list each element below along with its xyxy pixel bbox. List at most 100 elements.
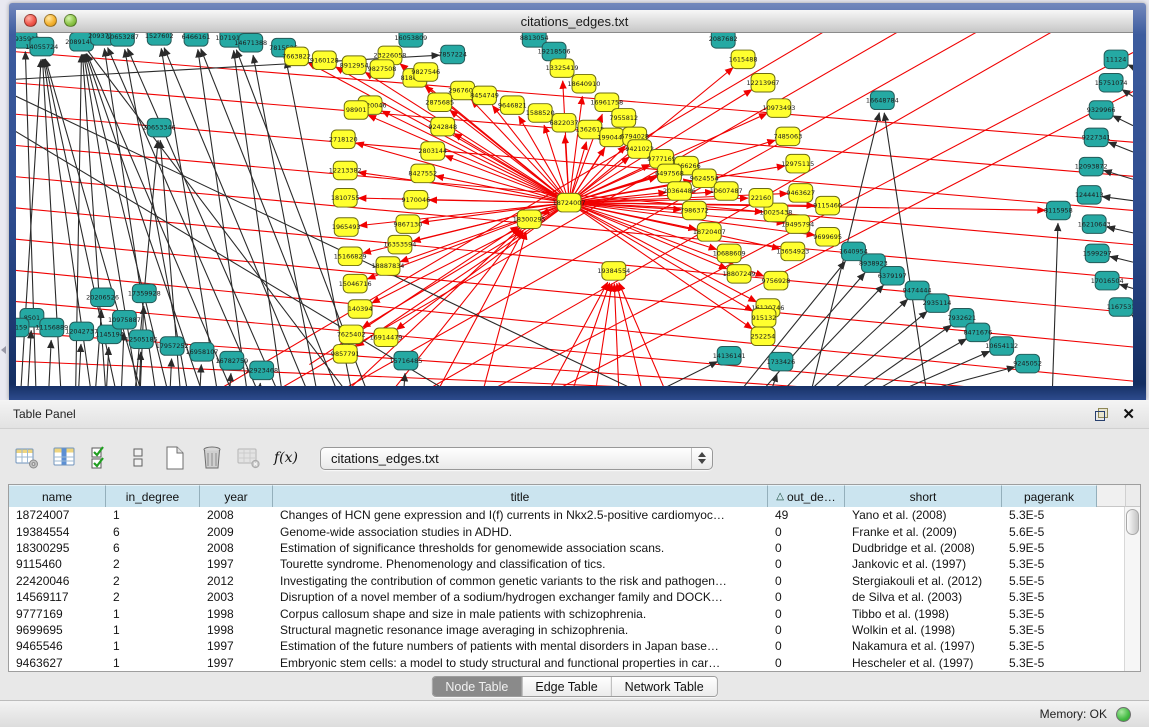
network-node[interactable]: 8912954	[340, 56, 369, 75]
cell-year[interactable]: 1997	[200, 557, 273, 571]
network-node[interactable]: 14055724	[25, 37, 58, 56]
table-select-dropdown[interactable]: citations_edges.txt	[320, 447, 713, 470]
scrollbar-thumb[interactable]	[1126, 509, 1139, 535]
cell-year[interactable]: 1997	[200, 639, 273, 653]
network-node[interactable]: 9242848	[428, 117, 457, 136]
float-panel-icon[interactable]	[1095, 408, 1108, 421]
cell-title[interactable]: Changes of HCN gene expression and I(f) …	[273, 508, 768, 522]
network-node[interactable]: 12213967	[747, 73, 780, 92]
cell-out_de[interactable]: 0	[768, 639, 845, 653]
zoom-window-button[interactable]	[64, 14, 77, 27]
cell-pagerank[interactable]: 5.3E-5	[1002, 639, 1097, 653]
cell-short[interactable]: Dudbridge et al. (2008)	[845, 541, 1002, 555]
network-node[interactable]: 1733426	[767, 352, 796, 371]
network-node[interactable]: 18724007	[553, 193, 586, 212]
network-node[interactable]: 1167531	[1107, 298, 1133, 317]
cell-name[interactable]: 18724007	[9, 508, 106, 522]
network-node[interactable]: 98901	[344, 101, 368, 120]
network-node[interactable]: 10975887	[108, 310, 141, 329]
network-node[interactable]: 7625402	[337, 325, 366, 344]
network-node[interactable]: 1599297	[1083, 244, 1112, 263]
column-header-short[interactable]: short	[845, 485, 1002, 507]
cell-name[interactable]: 9465546	[9, 639, 106, 653]
network-node[interactable]: 12213382	[329, 161, 362, 180]
network-node[interactable]: 2718120	[329, 130, 358, 149]
table-row[interactable]: 1938455462009Genome-wide association stu…	[9, 523, 1125, 539]
table-row[interactable]: 969969511998Structural magnetic resonanc…	[9, 622, 1125, 638]
network-node[interactable]: 20364486	[663, 182, 696, 201]
cell-name[interactable]: 9777169	[9, 607, 106, 621]
table-scrollbar[interactable]	[1124, 507, 1140, 671]
cell-title[interactable]: Estimation of significance thresholds fo…	[273, 541, 768, 555]
network-node[interactable]: 11124	[1104, 50, 1128, 69]
network-node[interactable]: 13325419	[546, 59, 579, 78]
network-node[interactable]: 9827546	[411, 63, 440, 82]
tab-node-table[interactable]: Node Table	[432, 677, 521, 696]
network-node[interactable]: 20653346	[143, 118, 176, 137]
cell-in_degree[interactable]: 2	[106, 574, 200, 588]
network-node[interactable]: 2935114	[923, 294, 952, 313]
cell-pagerank[interactable]: 5.5E-5	[1002, 574, 1097, 588]
network-node[interactable]: 1244413	[1075, 186, 1104, 205]
cell-name[interactable]: 22420046	[9, 574, 106, 588]
cell-year[interactable]: 1998	[200, 607, 273, 621]
network-node[interactable]: 2087682	[709, 33, 738, 48]
cell-short[interactable]: Tibbo et al. (1998)	[845, 607, 1002, 621]
network-node[interactable]: 6822037	[550, 113, 579, 132]
cell-year[interactable]: 2008	[200, 508, 273, 522]
network-node[interactable]: 9160128	[310, 51, 339, 70]
network-node[interactable]: 16648784	[866, 91, 899, 110]
network-node[interactable]: 18300295	[513, 210, 546, 229]
cell-short[interactable]: Jankovic et al. (1997)	[845, 557, 1002, 571]
cell-name[interactable]: 9699695	[9, 623, 106, 637]
cell-out_de[interactable]: 0	[768, 623, 845, 637]
column-header-out_de[interactable]: △out_de…	[768, 485, 845, 507]
network-node[interactable]: 1810755	[331, 189, 360, 208]
column-header-pagerank[interactable]: pagerank	[1002, 485, 1097, 507]
cell-pagerank[interactable]: 5.6E-5	[1002, 525, 1097, 539]
close-window-button[interactable]	[24, 14, 37, 27]
network-node[interactable]: 19218506	[538, 42, 571, 61]
cell-in_degree[interactable]: 1	[106, 656, 200, 670]
cell-out_de[interactable]: 0	[768, 607, 845, 621]
network-node[interactable]: 9170046	[401, 190, 430, 209]
network-node[interactable]: 19384554	[597, 262, 630, 281]
cell-out_de[interactable]: 0	[768, 656, 845, 670]
tab-edge-table[interactable]: Edge Table	[521, 677, 610, 696]
network-node[interactable]: 8115958	[1044, 201, 1073, 220]
cell-title[interactable]: Corpus callosum shape and size in male p…	[273, 607, 768, 621]
network-node[interactable]: 7955812	[609, 109, 638, 128]
network-node[interactable]: 9699695	[813, 228, 842, 247]
network-node[interactable]: 9827508	[368, 60, 397, 79]
network-node[interactable]: 20206526	[86, 288, 119, 307]
column-header-title[interactable]: title	[273, 485, 768, 507]
network-node[interactable]: 16958107	[186, 343, 219, 362]
new-table-icon[interactable]	[162, 444, 188, 472]
cell-pagerank[interactable]: 5.9E-5	[1002, 541, 1097, 555]
cell-pagerank[interactable]: 5.3E-5	[1002, 590, 1097, 604]
network-node[interactable]: 16782759	[215, 351, 248, 370]
network-node[interactable]: 8454749	[470, 86, 499, 105]
network-node[interactable]: 14671388	[234, 33, 267, 52]
network-node[interactable]: 2803144	[418, 142, 447, 161]
network-node[interactable]: 10973493	[762, 99, 795, 118]
network-node[interactable]: 10654112	[985, 337, 1018, 356]
cell-year[interactable]: 2012	[200, 574, 273, 588]
table-row[interactable]: 946554611997Estimation of the future num…	[9, 638, 1125, 654]
cell-in_degree[interactable]: 6	[106, 541, 200, 555]
cell-title[interactable]: Tourette syndrome. Phenomenology and cla…	[273, 557, 768, 571]
function-builder-icon[interactable]: f(x)	[273, 444, 299, 472]
network-node[interactable]: 18640910	[568, 74, 601, 93]
network-node[interactable]: 10688609	[713, 244, 746, 263]
network-node[interactable]: 93159	[16, 318, 29, 337]
table-row[interactable]: 1456911722003Disruption of a novel membe…	[9, 589, 1125, 605]
cell-pagerank[interactable]: 5.3E-5	[1002, 656, 1097, 670]
network-node[interactable]: 1615488	[729, 50, 758, 69]
network-node[interactable]: 9227341	[1082, 128, 1111, 147]
network-node[interactable]: 9463627	[786, 184, 815, 203]
table-row[interactable]: 977716911998Corpus callosum shape and si…	[9, 605, 1125, 621]
network-window-titlebar[interactable]: citations_edges.txt	[16, 10, 1133, 33]
delete-table-icon[interactable]	[199, 444, 225, 472]
network-node[interactable]: 15166829	[334, 247, 367, 266]
cell-in_degree[interactable]: 1	[106, 607, 200, 621]
